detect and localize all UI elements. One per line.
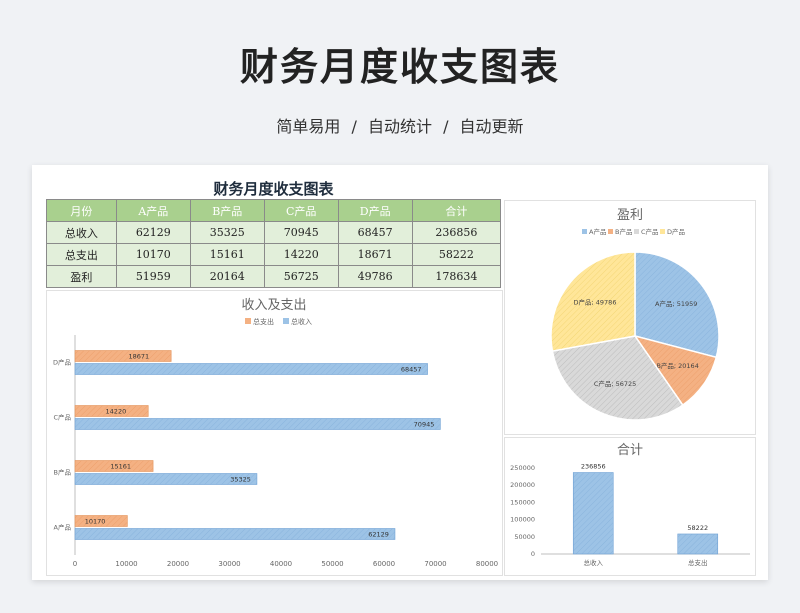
legend-swatch-income [283, 318, 289, 324]
header-cell: 月份 [46, 199, 117, 222]
table-cell: 总收入 [46, 221, 117, 244]
table-cell: 49786 [337, 265, 413, 288]
bar-expense [74, 350, 172, 362]
header-cell: D产品 [337, 199, 413, 222]
bar-label-income: 68457 [401, 366, 422, 374]
bar-income [74, 363, 428, 375]
finance-table: 月份 A产品 B产品 C产品 D产品 合计 总收入 62129 35325 70… [46, 199, 502, 288]
table-cell: 10170 [115, 243, 191, 266]
page-subtitle: 简单易用 / 自动统计 / 自动更新 [276, 117, 524, 136]
total-chart-panel: 合计 250000 200000 150000 100000 50000 0 236856 总收… [504, 437, 756, 576]
legend-label-income: 总收入 [291, 317, 312, 326]
bar-label-expense: 15161 [110, 463, 131, 471]
x-tick-label: 10000 [115, 560, 137, 568]
chart-title: 收入及支出 [241, 298, 306, 313]
legend-swatch [634, 229, 639, 234]
pie-data-label: C产品; 56725 [594, 379, 636, 388]
profit-chart: 盈利 A产品 B产品 C产品 D产品 A产品; 51959 B产品; 20164 C产品; 5… [550, 208, 720, 421]
income-expense-chart: 收入及支出总支出 总收入 0 10000 20000 30000 40000 50000 600… [53, 298, 498, 568]
bar-label: 58222 [687, 524, 708, 532]
header-cell: 合计 [411, 199, 502, 222]
table-row: 盈利 51959 20164 56725 49786 178634 [46, 265, 502, 288]
bar-label-income: 70945 [414, 421, 435, 429]
header-cell: B产品 [189, 199, 265, 222]
table-cell: 68457 [337, 221, 413, 244]
x-tick-label: 40000 [270, 560, 292, 568]
y-tick-label: 0 [531, 550, 535, 558]
x-tick-label: 50000 [321, 560, 343, 568]
chart-title: 盈利 [617, 208, 643, 223]
x-tick-label: 0 [73, 560, 77, 568]
income-expense-chart-panel: 收入及支出总支出 总收入 0 10000 20000 30000 40000 50000 600… [46, 290, 503, 576]
chart-title: 合计 [617, 443, 643, 458]
table-cell: 58222 [411, 243, 502, 266]
page-title: 财务月度收支图表 [239, 45, 560, 89]
x-tick-label: 20000 [167, 560, 189, 568]
category-label: B产品 [54, 468, 71, 477]
table-cell: 178634 [411, 265, 502, 288]
table-cell: 51959 [115, 265, 191, 288]
table-cell: 20164 [189, 265, 265, 288]
table-row: 总收入 62129 35325 70945 68457 236856 [46, 221, 502, 244]
x-tick-label: 30000 [218, 560, 240, 568]
y-tick-label: 200000 [510, 481, 535, 489]
legend-label: B产品 [615, 227, 632, 236]
header-cell: C产品 [263, 199, 339, 222]
category-label: D产品 [53, 358, 71, 367]
bar-label-income: 62129 [368, 531, 389, 539]
table-title: 财务月度收支图表 [213, 180, 334, 198]
y-tick-label: 50000 [514, 533, 535, 541]
category-label: C产品 [53, 413, 71, 422]
bar-label-income: 35325 [230, 476, 251, 484]
category-label: A产品 [54, 523, 71, 532]
table-row: 总支出 10170 15161 14220 18671 58222 [46, 243, 502, 266]
bar-label-expense: 14220 [106, 408, 127, 416]
table-cell: 236856 [411, 221, 502, 244]
total-chart: 合计 250000 200000 150000 100000 50000 0 236856 总收… [510, 443, 750, 567]
legend-swatch [582, 229, 587, 234]
bar-label-expense: 18671 [128, 353, 149, 361]
profit-chart-panel: 盈利 A产品 B产品 C产品 D产品 A产品; 51959 B产品; 20164 C产品; 5… [504, 200, 756, 435]
y-tick-label: 150000 [510, 498, 535, 506]
category-label: 总支出 [688, 558, 708, 567]
legend-label: D产品 [667, 227, 685, 236]
y-tick-label: 250000 [510, 464, 535, 472]
legend-swatch [660, 229, 665, 234]
bar-label: 236856 [581, 463, 606, 471]
table-cell: 总支出 [46, 243, 117, 266]
table-cell: 56725 [263, 265, 339, 288]
legend-label-expense: 总支出 [253, 317, 274, 326]
category-label: 总收入 [584, 558, 604, 567]
table-cell: 62129 [115, 221, 191, 244]
bar-total [572, 472, 614, 555]
table-cell: 35325 [189, 221, 265, 244]
bar-income [74, 528, 396, 540]
pie-data-label: D产品; 49786 [574, 298, 617, 307]
bar-income [74, 418, 441, 430]
legend-swatch-expense [245, 318, 251, 324]
header-cell: A产品 [115, 199, 191, 222]
y-tick-label: 100000 [510, 516, 535, 524]
table-cell: 14220 [263, 243, 339, 266]
table-header-row: 月份 A产品 B产品 C产品 D产品 合计 [46, 199, 502, 222]
legend-label: C产品 [641, 227, 659, 236]
bar-label-expense: 10170 [85, 518, 106, 526]
table-cell: 15161 [189, 243, 265, 266]
x-tick-label: 60000 [373, 560, 395, 568]
pie-data-label: B产品; 20164 [656, 361, 698, 370]
table-cell: 70945 [263, 221, 339, 244]
legend-label: A产品 [589, 227, 606, 236]
table-cell: 盈利 [46, 265, 117, 288]
table-cell: 18671 [337, 243, 413, 266]
x-tick-label: 70000 [424, 560, 446, 568]
bar-total [677, 533, 719, 555]
x-tick-label: 80000 [476, 560, 498, 568]
pie-data-label: A产品; 51959 [655, 299, 697, 308]
legend-swatch [608, 229, 613, 234]
